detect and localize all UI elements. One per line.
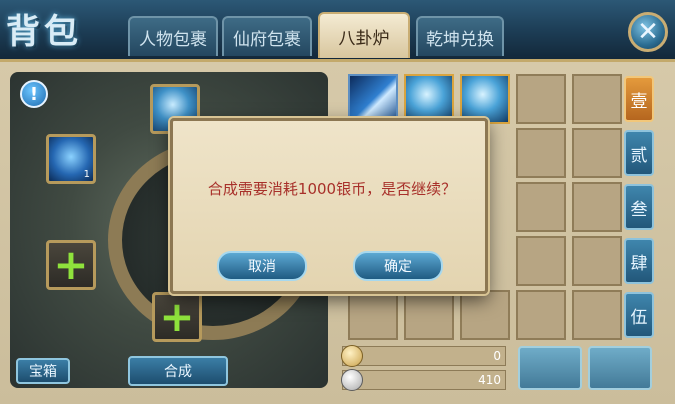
chest-button-label: 宝箱 — [29, 364, 57, 380]
tab-bagua-furnace[interactable]: 八卦炉 — [318, 12, 410, 58]
confirm-dialog: 合成需要消耗1000银币，是否继续？ 取消 确定 — [170, 118, 488, 294]
inventory-slot[interactable] — [460, 74, 510, 124]
confirm-button-label: 确定 — [384, 259, 412, 275]
inventory-slot[interactable] — [404, 74, 454, 124]
page-tab-3[interactable]: 叁 — [624, 184, 654, 230]
close-icon: ✕ — [637, 17, 659, 47]
tab-exchange[interactable]: 乾坤兑换 — [416, 16, 504, 56]
combine-button[interactable]: 合成 — [128, 356, 228, 386]
page-tab-1[interactable]: 壹 — [624, 76, 654, 122]
chest-button[interactable]: 宝箱 — [16, 358, 70, 384]
plus-icon: + — [159, 292, 195, 341]
inventory-slot[interactable] — [516, 236, 566, 286]
plus-icon: + — [53, 240, 89, 289]
screen: 背包 人物包裹 仙府包裹 八卦炉 乾坤兑换 ✕ ! 1 + + 宝箱 合成 壹 … — [0, 0, 675, 404]
inventory-slot[interactable] — [516, 128, 566, 178]
combine-button-label: 合成 — [164, 364, 192, 380]
cancel-button[interactable]: 取消 — [217, 251, 307, 281]
dialog-message: 合成需要消耗1000银币，是否继续？ — [207, 180, 457, 198]
inventory-slot[interactable] — [572, 290, 622, 340]
tab-label: 人物包裹 — [139, 29, 207, 50]
inventory-slot[interactable] — [404, 290, 454, 340]
action-button[interactable] — [518, 346, 582, 390]
item-count: 1 — [83, 169, 90, 180]
inventory-slot[interactable] — [572, 128, 622, 178]
furnace-slot-material[interactable]: 1 — [46, 134, 96, 184]
gold-balance: 0 — [341, 345, 506, 367]
tab-label: 八卦炉 — [338, 28, 390, 49]
inventory-slot[interactable] — [572, 74, 622, 124]
action-button[interactable] — [588, 346, 652, 390]
tab-character-bag[interactable]: 人物包裹 — [128, 16, 218, 56]
inventory-slot[interactable] — [516, 290, 566, 340]
page-tab-4[interactable]: 肆 — [624, 238, 654, 284]
cancel-button-label: 取消 — [248, 259, 276, 275]
tab-label: 仙府包裹 — [233, 29, 301, 50]
inventory-slot[interactable] — [572, 236, 622, 286]
inventory-slot[interactable] — [516, 74, 566, 124]
info-icon[interactable]: ! — [20, 80, 48, 108]
inventory-slot[interactable] — [348, 290, 398, 340]
inventory-slot[interactable] — [460, 290, 510, 340]
gold-coin-icon — [341, 345, 363, 367]
inventory-slot[interactable] — [516, 182, 566, 232]
add-material-button[interactable]: + — [46, 240, 96, 290]
confirm-button[interactable]: 确定 — [353, 251, 443, 281]
close-button[interactable]: ✕ — [628, 12, 668, 52]
silver-amount: 410 — [478, 373, 501, 387]
page-tab-2[interactable]: 贰 — [624, 130, 654, 176]
gold-amount: 0 — [493, 349, 501, 363]
tab-mansion-bag[interactable]: 仙府包裹 — [222, 16, 312, 56]
header-bar: 背包 人物包裹 仙府包裹 八卦炉 乾坤兑换 ✕ — [0, 0, 675, 62]
inventory-slot[interactable] — [348, 74, 398, 124]
add-material-button[interactable]: + — [152, 292, 202, 342]
inventory-slot[interactable] — [572, 182, 622, 232]
silver-coin-icon — [341, 369, 363, 391]
page-tab-5[interactable]: 伍 — [624, 292, 654, 338]
tab-label: 乾坤兑换 — [426, 29, 494, 50]
page-title: 背包 — [6, 12, 82, 52]
silver-balance: 410 — [341, 369, 506, 391]
